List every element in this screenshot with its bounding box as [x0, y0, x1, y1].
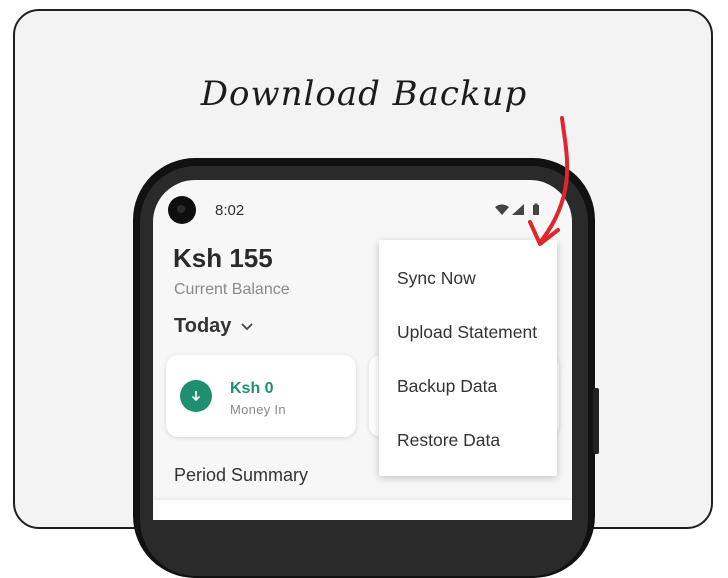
- front-camera: [168, 196, 196, 224]
- money-in-label: Money In: [230, 402, 286, 417]
- period-label: Today: [174, 315, 232, 337]
- balance-label: Current Balance: [174, 281, 290, 298]
- money-in-amount: Ksh 0: [230, 380, 274, 397]
- period-summary-card: [153, 500, 572, 520]
- overflow-menu: Sync Now Upload Statement Backup Data Re…: [379, 240, 557, 476]
- balance-amount: Ksh 155: [173, 243, 273, 273]
- menu-item-sync-now[interactable]: Sync Now: [397, 268, 476, 289]
- menu-item-backup-data[interactable]: Backup Data: [397, 376, 497, 397]
- wifi-icon: [495, 204, 509, 215]
- caption: Download Backup: [200, 74, 528, 114]
- chevron-down-icon: [241, 322, 254, 330]
- status-time: 8:02: [215, 202, 245, 219]
- period-dropdown[interactable]: Today: [174, 315, 254, 338]
- arrow-down-icon: [180, 380, 212, 412]
- phone-side-button: [593, 388, 599, 454]
- pointer-arrow-icon: [528, 116, 570, 246]
- period-summary-title: Period Summary: [174, 465, 309, 485]
- menu-item-upload-statement[interactable]: Upload Statement: [397, 322, 537, 343]
- menu-item-restore-data[interactable]: Restore Data: [397, 430, 500, 451]
